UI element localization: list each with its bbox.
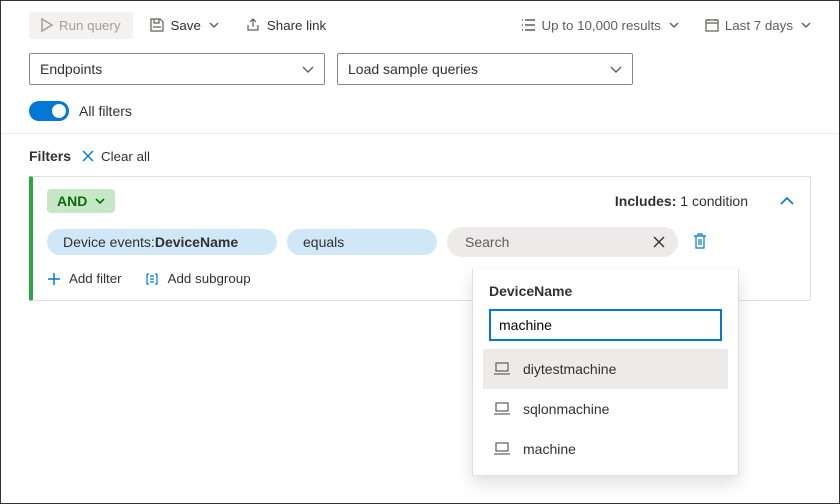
share-label: Share link [267, 18, 326, 33]
clear-all-label: Clear all [101, 149, 150, 164]
laptop-icon [493, 442, 511, 456]
save-icon [149, 17, 165, 33]
filters-header: Filters Clear all [1, 134, 839, 176]
chevron-down-icon [95, 198, 105, 204]
share-link-button[interactable]: Share link [235, 11, 336, 39]
dropdown-option[interactable]: diytestmachine [483, 349, 728, 389]
run-query-button[interactable]: Run query [29, 12, 133, 39]
add-filter-label: Add filter [69, 271, 122, 286]
add-filter-button[interactable]: Add filter [47, 271, 122, 286]
results-limit-button[interactable]: Up to 10,000 results [510, 12, 689, 39]
add-subgroup-button[interactable]: Add subgroup [144, 271, 251, 286]
chevron-down-icon [610, 66, 622, 73]
play-icon [41, 18, 53, 32]
dropdown-option[interactable]: machine [483, 429, 728, 469]
chevron-down-icon [669, 22, 679, 28]
value-dropdown: DeviceName diytestmachine sqlonmachine m… [472, 269, 739, 476]
logic-operator-label: AND [57, 193, 87, 209]
delete-condition-button[interactable] [692, 232, 712, 252]
value-search-pill[interactable] [447, 227, 678, 257]
operator-label: equals [303, 234, 344, 250]
clear-input-button[interactable] [648, 231, 670, 253]
all-filters-toggle[interactable] [29, 101, 69, 121]
operator-pill[interactable]: equals [287, 229, 437, 255]
run-query-label: Run query [59, 18, 121, 33]
clear-all-button[interactable]: Clear all [81, 149, 150, 164]
dropdown-search-input[interactable] [489, 309, 722, 341]
trash-icon [692, 232, 708, 250]
filters-label: Filters [29, 148, 71, 164]
share-icon [245, 17, 261, 33]
value-search-input[interactable] [463, 233, 648, 251]
calendar-icon [705, 18, 719, 32]
time-range-button[interactable]: Last 7 days [695, 12, 821, 39]
chevron-up-icon[interactable] [780, 197, 794, 205]
scope-row: Endpoints Load sample queries [1, 49, 839, 95]
dropdown-option-label: diytestmachine [523, 361, 616, 377]
scope-select[interactable]: Endpoints [29, 53, 325, 85]
command-bar: Run query Save Share link Up to 10,000 r… [1, 1, 839, 49]
chevron-down-icon [209, 22, 219, 28]
save-button[interactable]: Save [139, 11, 229, 39]
condition-row: Device events: DeviceName equals [47, 227, 794, 257]
all-filters-row: All filters [1, 95, 839, 134]
field-pill[interactable]: Device events: DeviceName [47, 229, 277, 255]
includes-prefix: Includes: [615, 193, 676, 209]
plus-icon [47, 272, 61, 286]
list-icon [520, 19, 536, 31]
dropdown-option-label: sqlonmachine [523, 401, 609, 417]
close-icon [81, 149, 95, 163]
add-subgroup-label: Add subgroup [168, 271, 251, 286]
scope-select-value: Endpoints [40, 61, 102, 77]
logic-operator-pill[interactable]: AND [47, 189, 115, 213]
close-icon [653, 236, 665, 248]
results-limit-label: Up to 10,000 results [542, 18, 661, 33]
chevron-down-icon [801, 22, 811, 28]
all-filters-label: All filters [79, 103, 132, 119]
chevron-down-icon [302, 66, 314, 73]
includes-value: 1 condition [680, 193, 748, 209]
dropdown-title: DeviceName [489, 283, 722, 299]
dropdown-option[interactable]: sqlonmachine [483, 389, 728, 429]
save-label: Save [171, 18, 201, 33]
dropdown-option-label: machine [523, 441, 576, 457]
includes-summary: Includes: 1 condition [615, 193, 748, 209]
time-range-label: Last 7 days [725, 18, 793, 33]
field-prefix: Device events: [63, 234, 155, 250]
field-value: DeviceName [155, 234, 238, 250]
sample-queries-value: Load sample queries [348, 61, 478, 77]
sample-queries-select[interactable]: Load sample queries [337, 53, 633, 85]
laptop-icon [493, 362, 511, 376]
subgroup-icon [144, 272, 160, 286]
laptop-icon [493, 402, 511, 416]
